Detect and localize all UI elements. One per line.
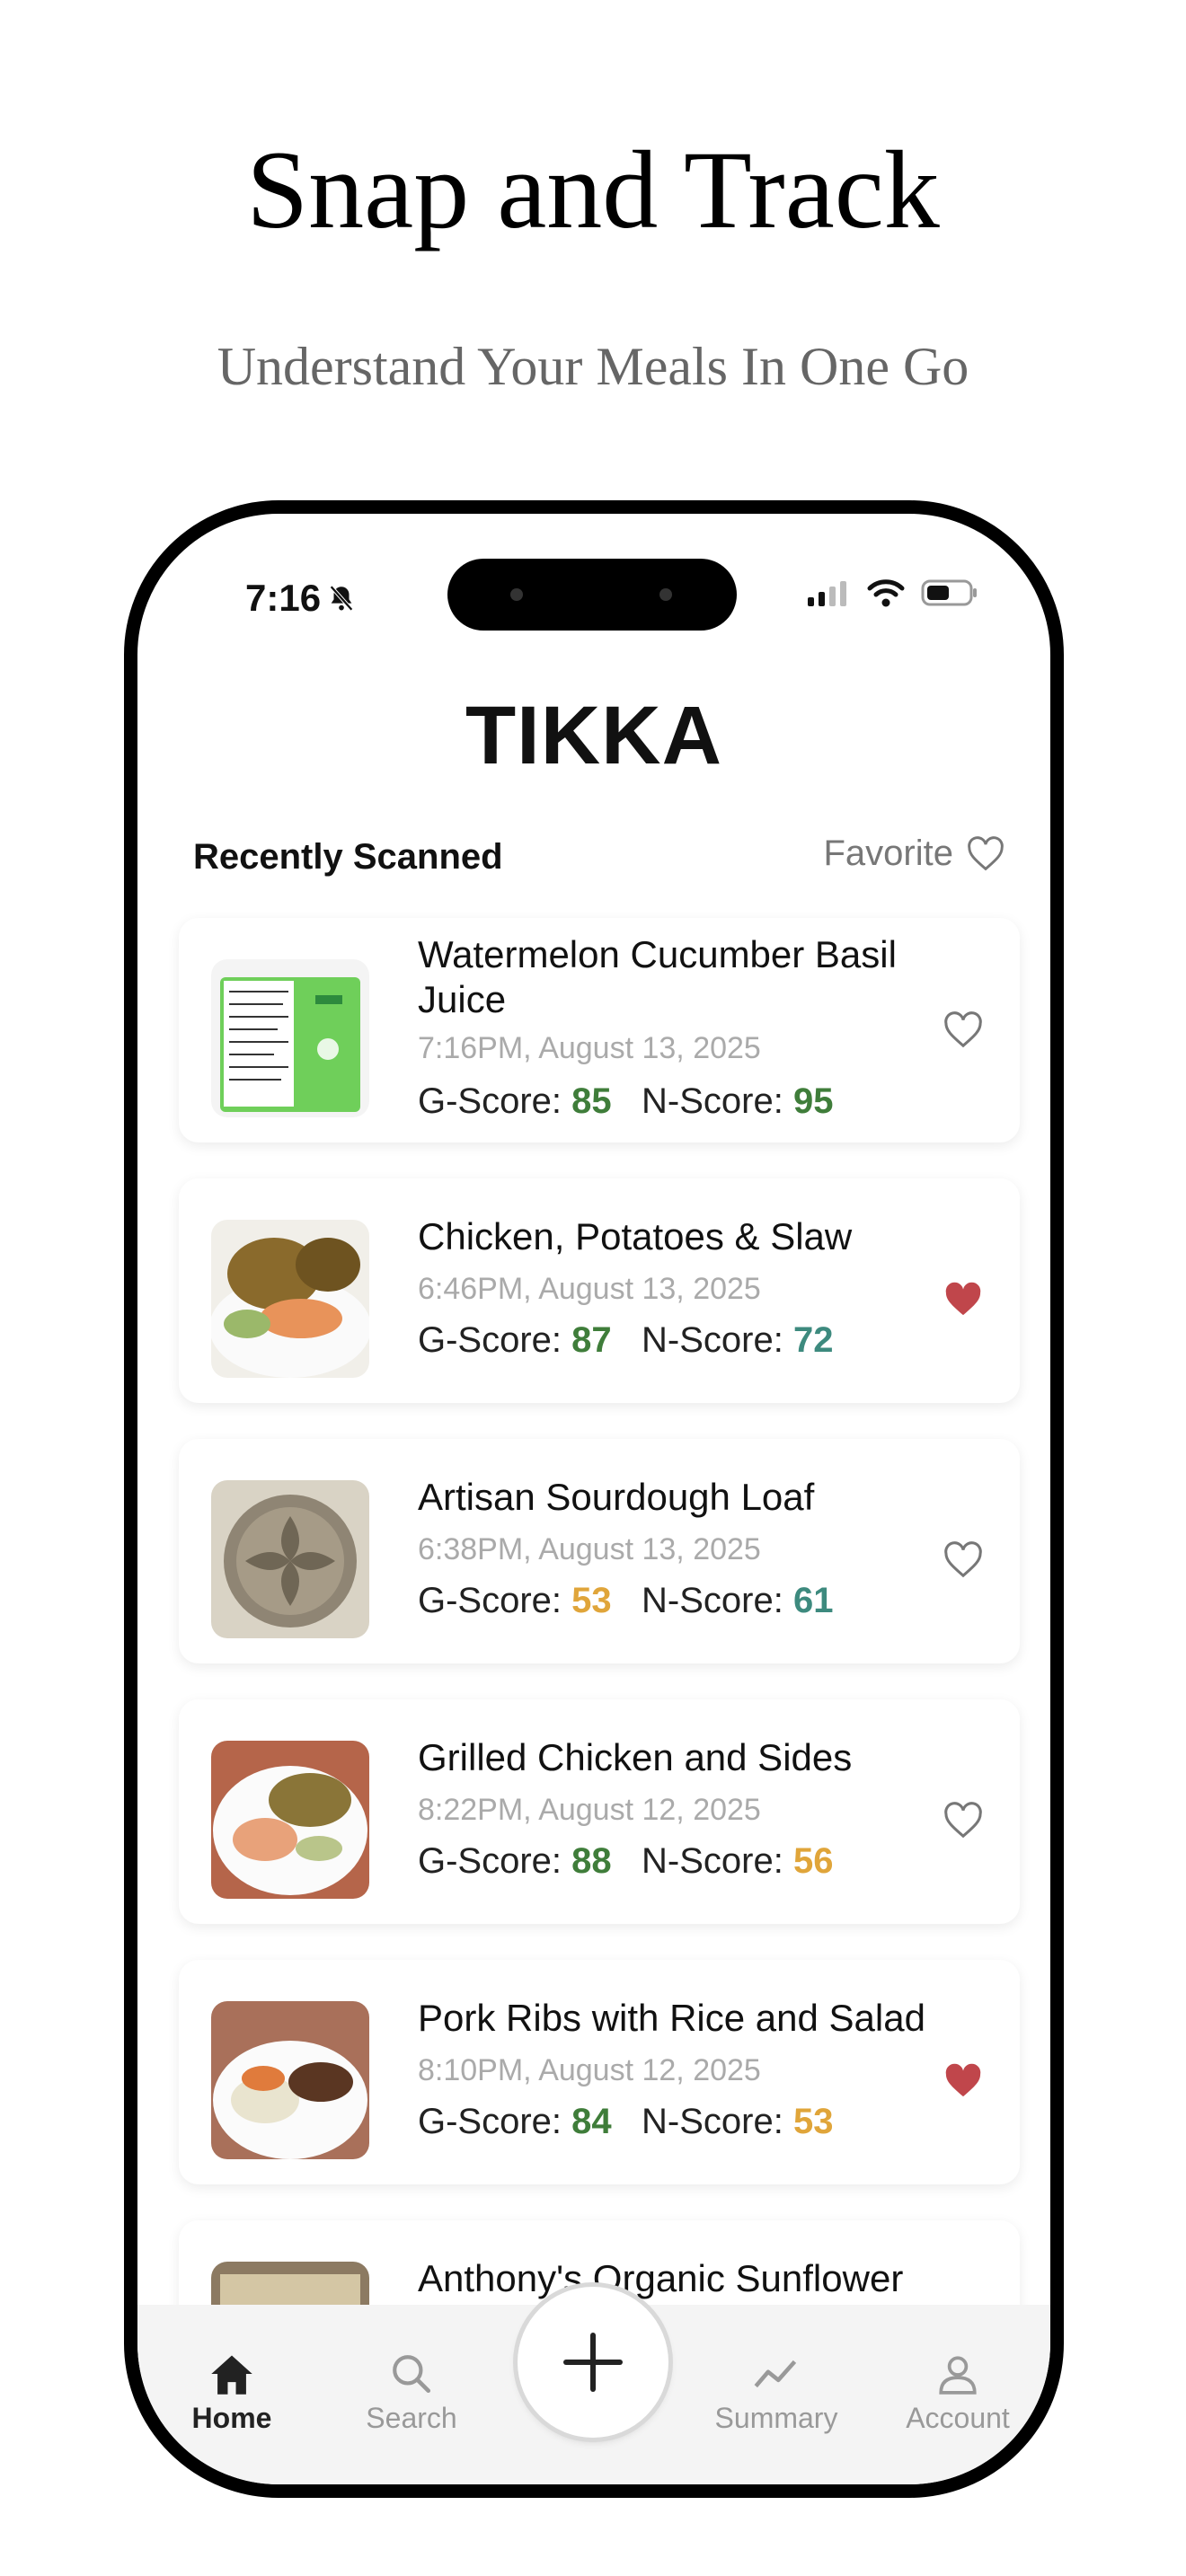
hero-title: Snap and Track [246,128,940,251]
g-score-value: 88 [571,1841,612,1881]
home-icon [211,2355,252,2395]
g-score-label: G-Score: [418,2102,562,2141]
tab-summary-label: Summary [714,2402,838,2434]
hero-subtitle: Understand Your Meals In One Go [217,337,969,396]
item-scores: G-Score: 87 N-Score: 72 [418,1320,833,1361]
item-name: Grilled Chicken and Sides [418,1736,853,1778]
heart-filled-icon[interactable] [943,2062,984,2100]
item-name: Chicken, Potatoes & Slaw [418,1215,853,1257]
g-score-label: G-Score: [418,1841,562,1881]
dynamic-island [447,559,737,631]
app-title: TIKKA [465,690,723,781]
g-score-label: G-Score: [418,1581,562,1620]
tab-bar: Home Search Summary Account [137,2287,1050,2484]
item-timestamp: 7:16PM, August 13, 2025 [418,1031,761,1065]
item-name: Artisan Sourdough Loaf [418,1476,815,1518]
battery-icon [921,579,977,606]
g-score-value: 53 [571,1581,612,1620]
g-score-label: G-Score: [418,1320,562,1360]
heart-outline-icon[interactable] [943,1541,984,1579]
tab-search[interactable]: Search [353,2351,470,2435]
phone-frame: 7:16 TIKKA Recently Scanned Favorite Wat… [124,500,1064,2498]
plus-icon [563,2333,623,2392]
n-score-label: N-Score: [642,1320,783,1360]
wifi-icon [867,579,905,607]
n-score-label: N-Score: [642,2102,783,2141]
g-score-value: 84 [571,2102,612,2141]
status-icons [806,578,978,607]
item-scores: G-Score: 88 N-Score: 56 [418,1841,833,1882]
g-score-value: 87 [571,1320,612,1360]
item-name: Pork Ribs with Rice and Salad [418,1997,925,2039]
list-item[interactable]: Grilled Chicken and Sides 8:22PM, August… [179,1699,1020,1924]
item-thumbnail [211,2001,369,2159]
list-item[interactable]: Artisan Sourdough Loaf 6:38PM, August 13… [179,1439,1020,1663]
list-item[interactable]: Pork Ribs with Rice and Salad 8:10PM, Au… [179,1960,1020,2184]
n-score-value: 61 [792,1581,834,1620]
tab-account[interactable]: Account [890,2351,1025,2435]
add-scan-button[interactable] [518,2287,668,2438]
item-thumbnail [211,959,369,1117]
status-time-text: 7:16 [245,577,322,619]
signal-icon [808,581,846,606]
item-scores: G-Score: 84 N-Score: 53 [418,2102,833,2142]
n-score-value: 56 [792,1841,834,1881]
n-score-label: N-Score: [642,1081,783,1121]
heart-outline-icon[interactable] [943,1011,984,1049]
favorite-label: Favorite [823,834,954,873]
n-score-label: N-Score: [642,1841,783,1881]
tab-summary[interactable]: Summary [709,2351,844,2435]
tab-account-label: Account [906,2402,1010,2434]
tab-home-label: Home [191,2402,272,2434]
item-thumbnail [211,1741,369,1899]
item-timestamp: 8:10PM, August 12, 2025 [418,2053,761,2087]
n-score-value: 53 [792,2102,834,2141]
item-scores: G-Score: 85 N-Score: 95 [418,1081,833,1122]
n-score-value: 72 [792,1320,834,1360]
bell-slash-icon [330,585,353,612]
g-score-value: 85 [571,1081,612,1121]
tab-home[interactable]: Home [173,2351,290,2435]
list-item[interactable]: Chicken, Potatoes & Slaw 6:46PM, August … [179,1178,1020,1403]
item-timestamp: 6:46PM, August 13, 2025 [418,1272,761,1306]
trend-line-icon [754,2360,797,2388]
list-item[interactable]: Watermelon Cucumber Basil Juice 7:16PM, … [179,918,1020,1142]
item-timestamp: 8:22PM, August 12, 2025 [418,1793,761,1827]
heart-filled-icon[interactable] [943,1281,984,1319]
item-thumbnail [211,1220,369,1378]
favorite-filter[interactable]: Favorite [824,834,1006,874]
status-time: 7:16 [245,577,357,620]
heart-outline-icon[interactable] [943,1802,984,1839]
item-scores: G-Score: 53 N-Score: 61 [418,1581,833,1621]
search-icon [393,2355,431,2394]
n-score-label: N-Score: [642,1581,783,1620]
item-name: Watermelon Cucumber Basil Juice [418,933,897,1020]
heart-outline-icon [968,835,1004,870]
item-thumbnail [211,1480,369,1638]
g-score-label: G-Score: [418,1081,562,1121]
user-icon [939,2356,977,2395]
n-score-value: 95 [792,1081,834,1121]
item-timestamp: 6:38PM, August 13, 2025 [418,1532,761,1566]
section-label: Recently Scanned [193,837,503,877]
tab-search-label: Search [366,2402,457,2434]
